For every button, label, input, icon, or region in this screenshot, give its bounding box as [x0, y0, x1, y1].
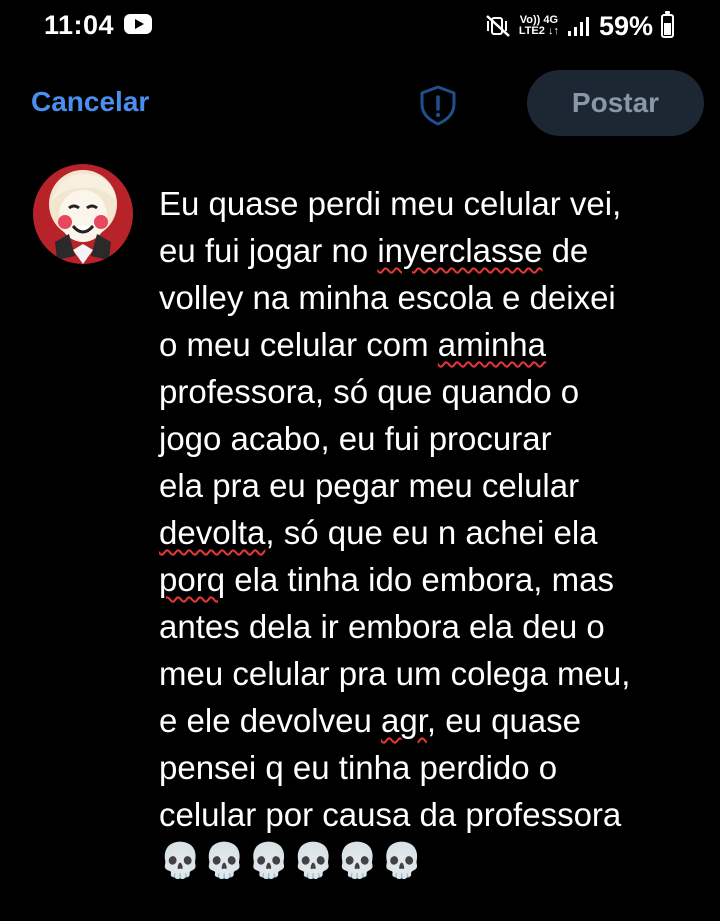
- mute-vibrate-icon: [485, 15, 510, 37]
- compose-text-line: porq ela tinha ido embora, mas: [159, 556, 699, 603]
- text-segment: pensei q eu tinha perdido o: [159, 749, 558, 786]
- compose-text-line: e ele devolveu agr, eu quase: [159, 697, 699, 744]
- compose-text-line: o meu celular com aminha: [159, 321, 699, 368]
- text-segment: ela pra eu pegar meu celular: [159, 467, 580, 504]
- avatar-image: [33, 164, 133, 264]
- battery-fill: [664, 23, 671, 35]
- text-segment: de: [542, 232, 589, 269]
- network-bottom-label: LTE2 ↓↑: [518, 25, 559, 37]
- misspelled-word[interactable]: porq: [159, 561, 225, 598]
- text-segment: eu fui jogar no: [159, 232, 378, 269]
- text-segment: volley na minha escola e deixei: [159, 279, 616, 316]
- text-segment: meu celular pra um colega meu,: [159, 655, 631, 692]
- compose-text-line: Eu quase perdi meu celular vei,: [159, 180, 699, 227]
- compose-text-line: ela pra eu pegar meu celular: [159, 462, 699, 509]
- compose-text-line: volley na minha escola e deixei: [159, 274, 699, 321]
- compose-text-line: meu celular pra um colega meu,: [159, 650, 699, 697]
- compose-text-line: celular por causa da professora: [159, 791, 699, 838]
- misspelled-word[interactable]: devolta: [159, 514, 265, 551]
- status-time: 11:04: [44, 10, 115, 40]
- signal-strength-icon: [567, 17, 589, 36]
- compose-text-line: antes dela ir embora ela deu o: [159, 603, 699, 650]
- compose-text-line: devolta, só que eu n achei ela: [159, 509, 699, 556]
- compose-text-line: professora, só que quando o: [159, 368, 699, 415]
- misspelled-word[interactable]: inyerclasse: [377, 232, 542, 269]
- text-segment: e ele devolveu: [159, 702, 381, 739]
- text-segment: celular por causa da professora: [159, 796, 622, 833]
- battery-percent: 59%: [598, 10, 653, 41]
- text-segment: ela tinha ido embora, mas: [225, 561, 614, 598]
- text-segment: o meu celular com: [159, 326, 438, 363]
- text-segment: Eu quase perdi meu celular vei,: [159, 185, 622, 222]
- skull-emoji-row: 💀💀💀💀💀💀: [159, 842, 426, 880]
- avatar[interactable]: [33, 164, 133, 264]
- compose-text-area[interactable]: Eu quase perdi meu celular vei, eu fui jo…: [159, 180, 699, 885]
- battery-icon: [661, 11, 674, 38]
- cancel-button[interactable]: Cancelar: [31, 86, 149, 118]
- compose-text-line: jogo acabo, eu fui procurar: [159, 415, 699, 462]
- text-segment: , eu quase: [426, 702, 581, 739]
- status-icons: Vo)) 4G LTE2 ↓↑ 59%: [485, 10, 674, 42]
- shield-icon[interactable]: [417, 84, 459, 126]
- text-segment: , só que eu n achei ela: [265, 514, 598, 551]
- text-segment: antes dela ir embora ela deu o: [159, 608, 605, 645]
- misspelled-word[interactable]: agr: [381, 702, 427, 739]
- status-bar: 11:04 Vo)) 4G LTE2 ↓↑ 59%: [0, 0, 720, 52]
- network-indicator: Vo)) 4G LTE2 ↓↑: [519, 15, 559, 37]
- post-button[interactable]: Postar: [527, 70, 704, 136]
- misspelled-word[interactable]: aminha: [438, 326, 546, 363]
- text-segment: jogo acabo, eu fui procurar: [159, 420, 552, 457]
- compose-text-line: eu fui jogar no inyerclasse de: [159, 227, 699, 274]
- text-segment: professora, só que quando o: [159, 373, 580, 410]
- youtube-notification-icon: [124, 14, 152, 34]
- compose-text-line: pensei q eu tinha perdido o: [159, 744, 699, 791]
